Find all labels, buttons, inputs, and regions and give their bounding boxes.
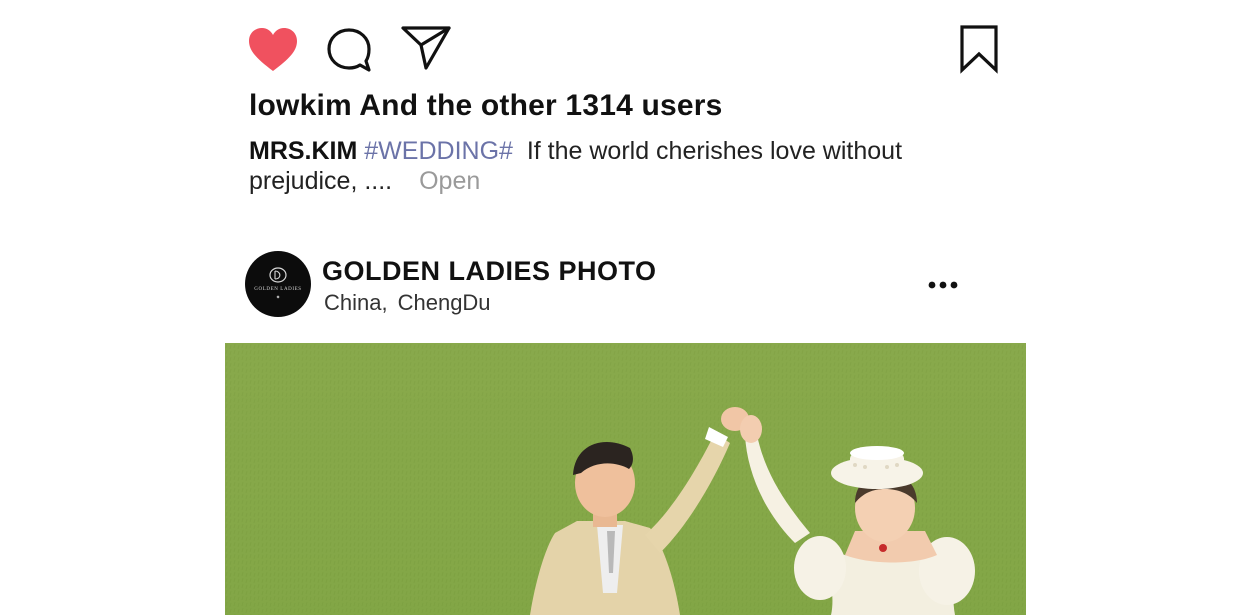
post-screen: lowkim And the other 1314 users MRS.KIM …	[0, 0, 1250, 615]
location-country: China,	[324, 290, 388, 315]
likes-summary[interactable]: lowkim And the other 1314 users	[249, 89, 723, 123]
caption-open-link[interactable]: Open	[419, 167, 480, 195]
heart-icon[interactable]	[247, 27, 299, 73]
more-horizontal-icon[interactable]	[927, 277, 959, 293]
account-avatar[interactable]: GOLDEN LADIES ◆	[245, 251, 311, 317]
account-name[interactable]: GOLDEN LADIES PHOTO	[322, 256, 657, 287]
brand-logo-icon	[269, 267, 287, 283]
post-caption: MRS.KIM #WEDDING# If the world cherishes…	[249, 136, 929, 196]
location-city: ChengDu	[397, 290, 491, 315]
send-icon[interactable]	[400, 24, 452, 72]
caption-hashtag[interactable]: #WEDDING#	[364, 137, 513, 165]
couple-dancing-illustration	[225, 343, 1026, 615]
caption-author[interactable]: MRS.KIM	[249, 137, 357, 165]
post-photo[interactable]	[225, 343, 1026, 615]
bookmark-icon[interactable]	[957, 24, 1001, 74]
comment-icon[interactable]	[326, 27, 372, 73]
avatar-brand-text: GOLDEN LADIES	[254, 287, 302, 292]
post-location[interactable]: China, ChengDu	[324, 290, 491, 316]
avatar-brand-mark: ◆	[276, 294, 280, 299]
